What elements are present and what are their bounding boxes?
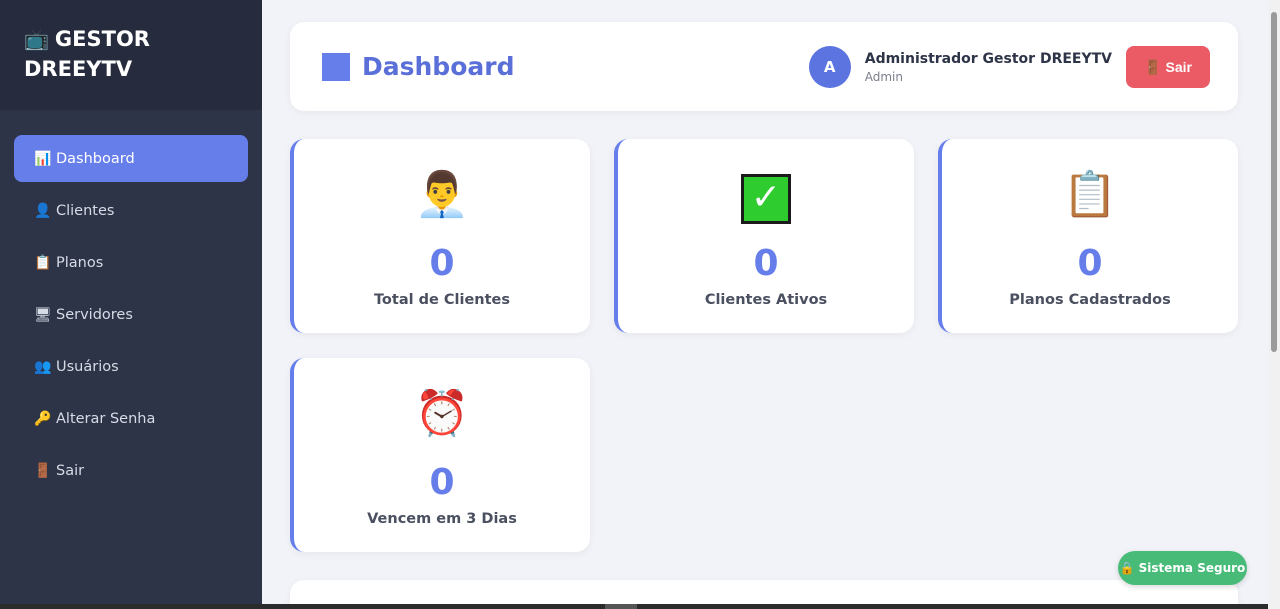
clipboard-icon: 📋 bbox=[1062, 169, 1118, 220]
sidebar-item-planos[interactable]: 📋 Planos bbox=[14, 239, 248, 286]
user-area: A Administrador Gestor DREEYTV Admin 🚪 S… bbox=[808, 46, 1210, 88]
stat-card-planos-cadastrados[interactable]: 📋 0 Planos Cadastrados bbox=[938, 139, 1238, 333]
brand-line1: GESTOR bbox=[54, 27, 150, 51]
sidebar-item-label: Servidores bbox=[56, 306, 133, 323]
users-icon: 👥 bbox=[34, 358, 52, 375]
alarm-clock-icon: ⏰ bbox=[414, 388, 470, 439]
person-icon: 👤 bbox=[34, 202, 52, 219]
sidebar-item-label: Usuários bbox=[56, 358, 119, 375]
sidebar-item-dashboard[interactable]: 📊 Dashboard bbox=[14, 135, 248, 182]
user-name: Administrador Gestor DREEYTV bbox=[864, 50, 1112, 67]
user-role: Admin bbox=[864, 69, 903, 84]
sidebar-item-sair[interactable]: 🚪 Sair bbox=[14, 447, 248, 494]
page-title-text: Dashboard bbox=[362, 52, 515, 81]
sidebar-item-label: Clientes bbox=[56, 202, 115, 219]
door-icon: 🚪 bbox=[34, 462, 52, 479]
door-icon: 🚪 bbox=[1144, 58, 1162, 75]
sidebar-nav: 📊 Dashboard 👤 Clientes 📋 Planos 🖥 Servid… bbox=[0, 110, 262, 494]
stat-label: Planos Cadastrados bbox=[1009, 292, 1171, 308]
sidebar-item-label: Planos bbox=[56, 254, 104, 271]
vertical-scrollbar[interactable] bbox=[1268, 0, 1280, 609]
sidebar-item-label: Sair bbox=[56, 462, 85, 479]
stat-label: Vencem em 3 Dias bbox=[367, 511, 517, 527]
check-mark-icon-wrapper: ✓ bbox=[618, 169, 914, 224]
scrollbar-thumb[interactable] bbox=[1271, 12, 1277, 352]
lock-icon: 🔒 bbox=[1119, 561, 1135, 575]
scrollbar-thumb[interactable] bbox=[605, 604, 637, 609]
sidebar-item-usuarios[interactable]: 👥 Usuários bbox=[14, 343, 248, 390]
stat-card-total-clientes[interactable]: 👨‍💼 0 Total de Clientes bbox=[290, 139, 590, 333]
chart-icon: 📊 bbox=[34, 150, 52, 167]
secure-system-badge[interactable]: 🔒 Sistema Seguro bbox=[1118, 551, 1247, 585]
brand-logo[interactable]: 📺 GESTOR DREEYTV bbox=[0, 0, 262, 110]
page-title: Dashboard bbox=[322, 52, 514, 81]
stat-value: 0 bbox=[753, 243, 779, 284]
logout-button-label: Sair bbox=[1165, 59, 1192, 75]
stat-label: Total de Clientes bbox=[373, 292, 511, 308]
avatar[interactable]: A bbox=[808, 46, 851, 88]
secure-badge-label: Sistema Seguro bbox=[1138, 561, 1246, 575]
check-mark-icon: ✓ bbox=[741, 174, 791, 224]
horizontal-scrollbar[interactable] bbox=[0, 604, 1268, 609]
clipboard-icon: 📋 bbox=[34, 254, 52, 271]
page-header: Dashboard A Administrador Gestor DREEYTV… bbox=[290, 22, 1238, 111]
monitor-icon: 🖥 bbox=[34, 306, 52, 323]
sidebar-item-label: Dashboard bbox=[56, 150, 135, 167]
sidebar-item-clientes[interactable]: 👤 Clientes bbox=[14, 187, 248, 234]
tv-icon: 📺 bbox=[24, 27, 49, 51]
businessman-icon: 👨‍💼 bbox=[414, 169, 470, 220]
key-icon: 🔑 bbox=[34, 410, 52, 427]
stat-value: 0 bbox=[1077, 243, 1103, 284]
dashboard-square-icon bbox=[322, 52, 350, 81]
sidebar-item-servidores[interactable]: 🖥 Servidores bbox=[14, 291, 248, 338]
user-info: Administrador Gestor DREEYTV Admin bbox=[865, 51, 1112, 84]
stat-value: 0 bbox=[429, 462, 455, 503]
stat-value: 0 bbox=[429, 243, 455, 284]
sidebar-item-alterar-senha[interactable]: 🔑 Alterar Senha bbox=[14, 395, 248, 442]
stat-card-vencem-3-dias[interactable]: ⏰ 0 Vencem em 3 Dias bbox=[290, 358, 590, 552]
sidebar-item-label: Alterar Senha bbox=[56, 410, 156, 427]
sidebar: 📺 GESTOR DREEYTV 📊 Dashboard 👤 Clientes 📋… bbox=[0, 0, 262, 609]
stat-card-clientes-ativos[interactable]: ✓ 0 Clientes Ativos bbox=[614, 139, 914, 333]
stat-label: Clientes Ativos bbox=[704, 292, 828, 308]
brand-line2: DREEYTV bbox=[24, 57, 133, 81]
logout-button[interactable]: 🚪 Sair bbox=[1126, 46, 1210, 88]
